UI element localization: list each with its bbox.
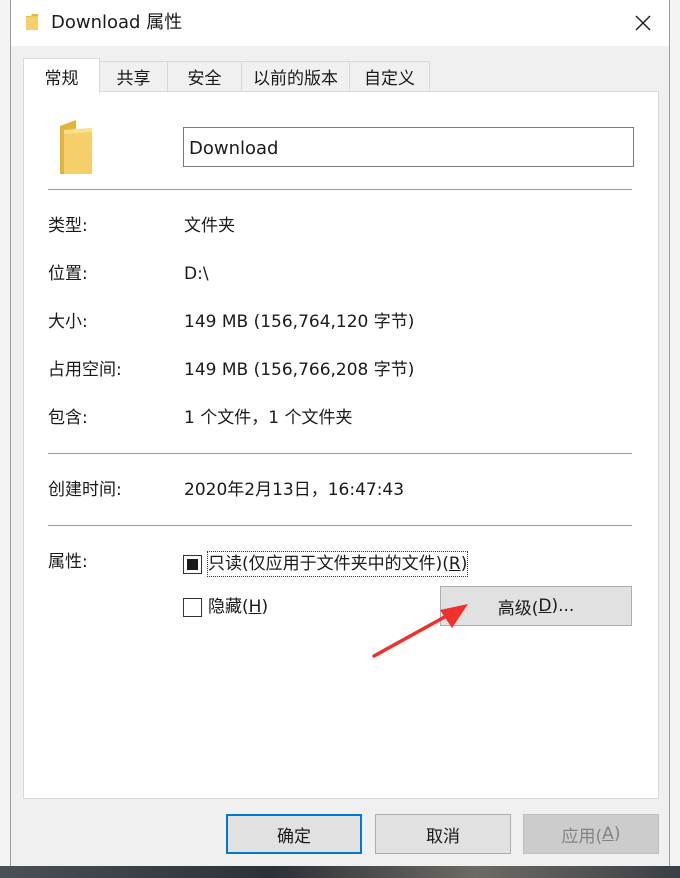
general-panel: 类型: 文件夹 位置: D:\ 大小: 149 MB (156,764,120 … <box>23 91 659 799</box>
readonly-checkbox[interactable] <box>183 555 202 574</box>
type-label: 类型: <box>48 216 88 236</box>
separator <box>48 189 632 190</box>
window-title: Download 属性 <box>51 12 183 33</box>
close-button[interactable] <box>625 6 661 40</box>
background-taskbar-strip <box>0 866 680 878</box>
advanced-button[interactable]: 高级(D)... <box>440 586 632 626</box>
contains-value: 1 个文件，1 个文件夹 <box>184 408 353 428</box>
separator <box>48 453 632 454</box>
apply-button[interactable]: 应用(A) <box>523 814 659 854</box>
hidden-checkbox[interactable] <box>183 598 202 617</box>
contains-label: 包含: <box>48 408 88 428</box>
cancel-button[interactable]: 取消 <box>375 814 511 854</box>
size-label: 大小: <box>48 312 88 332</box>
created-value: 2020年2月13日，16:47:43 <box>184 480 405 500</box>
tab-customize[interactable]: 自定义 <box>349 61 430 91</box>
separator <box>48 525 632 526</box>
disk-size-label: 占用空间: <box>48 360 122 380</box>
readonly-label[interactable]: 只读(仅应用于文件夹中的文件)(R) <box>206 551 469 577</box>
background-desktop-right <box>670 0 680 878</box>
close-icon <box>635 15 651 31</box>
location-label: 位置: <box>48 264 88 284</box>
tab-general[interactable]: 常规 <box>23 58 100 93</box>
folder-icon <box>26 14 38 30</box>
ok-button[interactable]: 确定 <box>226 814 362 854</box>
folder-icon <box>60 120 92 174</box>
folder-name-input[interactable] <box>183 127 634 167</box>
background-desktop-left <box>0 0 10 878</box>
created-label: 创建时间: <box>48 480 122 500</box>
attributes-label: 属性: <box>48 552 88 572</box>
type-value: 文件夹 <box>184 216 235 236</box>
tab-sharing[interactable]: 共享 <box>99 61 168 91</box>
size-value: 149 MB (156,764,120 字节) <box>184 312 415 332</box>
tab-previous-versions[interactable]: 以前的版本 <box>241 61 350 91</box>
title-bar[interactable]: Download 属性 <box>11 0 669 46</box>
hidden-label[interactable]: 隐藏(H) <box>208 595 268 619</box>
location-value: D:\ <box>184 264 209 284</box>
disk-size-value: 149 MB (156,766,208 字节) <box>184 360 415 380</box>
tab-security[interactable]: 安全 <box>167 61 242 91</box>
indeterminate-mark <box>187 559 198 570</box>
properties-dialog: Download 属性 常规 共享 安全 以前的版本 自定义 类型: 文件夹 位… <box>10 0 670 866</box>
